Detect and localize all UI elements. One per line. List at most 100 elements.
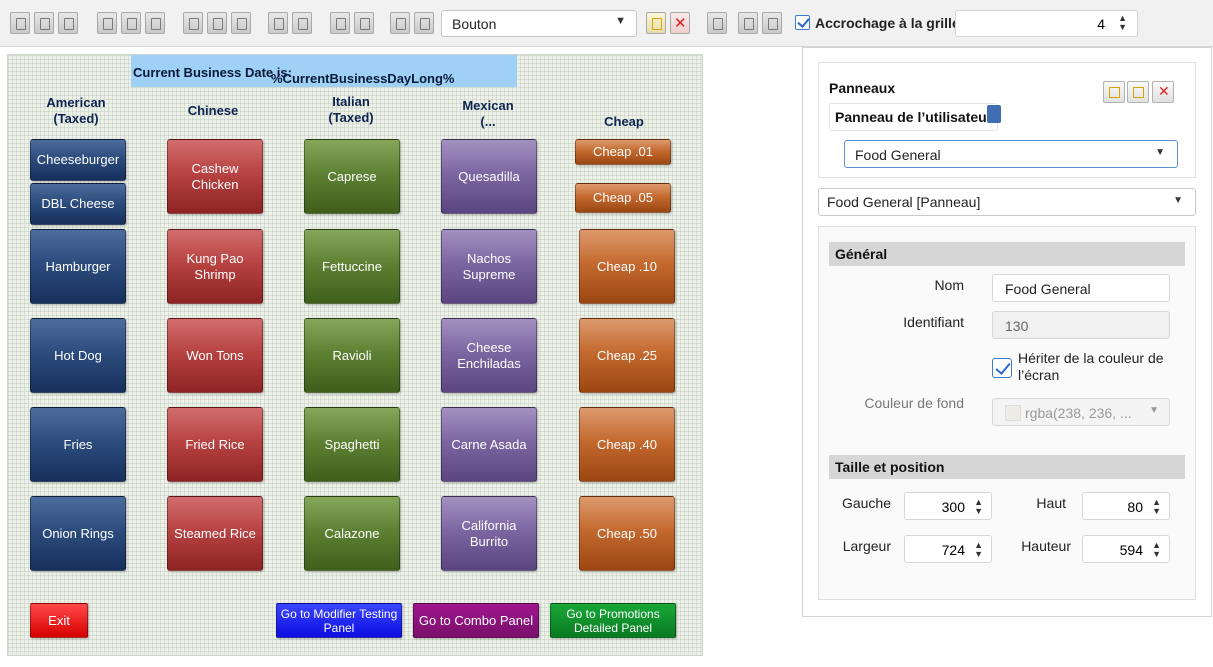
menu-button-california-burrito[interactable]: California Burrito: [441, 496, 537, 571]
menu-button-cheap-05[interactable]: Cheap .05: [575, 183, 671, 213]
panels-box: Panneaux Panneau de l’utilisateur Food G…: [818, 62, 1196, 178]
menu-button-quesadilla[interactable]: Quesadilla: [441, 139, 537, 214]
snap-to-grid-label: Accrochage à la grille: [815, 15, 960, 31]
center-horizontal-icon[interactable]: [330, 12, 350, 34]
column-header-chinese[interactable]: Chinese: [165, 103, 261, 119]
center-vertical-icon[interactable]: [354, 12, 374, 34]
column-header-italian[interactable]: Italian (Taxed): [303, 94, 399, 126]
menu-button-cheap-25[interactable]: Cheap .25: [579, 318, 675, 393]
top-stepper[interactable]: 80 ▲ ▼: [1082, 492, 1170, 520]
broom-icon[interactable]: [762, 12, 782, 34]
element-type-select[interactable]: Bouton ▼: [441, 10, 637, 37]
send-back-icon[interactable]: [414, 12, 434, 34]
spin-arrows-icon[interactable]: ▲ ▼: [1118, 14, 1127, 32]
column-header-label: Italian (Taxed): [328, 94, 374, 125]
menu-button-hamburger[interactable]: Hamburger: [30, 229, 126, 304]
combo-panel-button[interactable]: Go to Combo Panel: [413, 603, 539, 638]
width-value: 724: [941, 542, 965, 558]
modifier-panel-button[interactable]: Go to Modifier Testing Panel: [276, 603, 402, 638]
menu-button-cheap-01[interactable]: Cheap .01: [575, 139, 671, 165]
align-center-icon[interactable]: [34, 12, 54, 34]
properties-section: Général Nom Food General Identifiant 130…: [818, 226, 1196, 600]
menu-button-cheap-10[interactable]: Cheap .10: [579, 229, 675, 304]
name-field[interactable]: Food General: [992, 274, 1170, 302]
id-label: Identifiant: [903, 314, 964, 330]
column-header-american[interactable]: American (Taxed): [28, 95, 124, 127]
menu-button-fettuccine[interactable]: Fettuccine: [304, 229, 400, 304]
menu-button-ravioli[interactable]: Ravioli: [304, 318, 400, 393]
object-select-value: Food General [Panneau]: [827, 194, 981, 210]
designer-toolbar: Bouton ▼ Accrochage à la grille 4 ▲▼: [0, 0, 1213, 47]
bring-front-icon[interactable]: [390, 12, 410, 34]
promotions-panel-button[interactable]: Go to Promotions Detailed Panel: [550, 603, 676, 638]
exit-button[interactable]: Exit: [30, 603, 88, 638]
align-left-icon[interactable]: [10, 12, 30, 34]
menu-button-cheap-40[interactable]: Cheap .40: [579, 407, 675, 482]
menu-button-won-tons[interactable]: Won Tons: [167, 318, 263, 393]
menu-button-kung-pao-shrimp[interactable]: Kung Pao Shrimp: [167, 229, 263, 304]
chevron-down-icon: ▼: [1173, 195, 1183, 206]
business-date-banner[interactable]: Current Business Date is: %CurrentBusine…: [131, 55, 517, 87]
wand-icon[interactable]: [738, 12, 758, 34]
menu-button-nachos-supreme[interactable]: Nachos Supreme: [441, 229, 537, 304]
same-width-icon[interactable]: [183, 12, 203, 34]
left-value: 300: [941, 499, 965, 515]
space-vertical-icon[interactable]: [292, 12, 312, 34]
align-top-icon[interactable]: [97, 12, 117, 34]
menu-button-cheeseburger[interactable]: Cheeseburger: [30, 139, 126, 181]
height-stepper[interactable]: 594 ▲ ▼: [1082, 535, 1170, 563]
add-element-icon[interactable]: [646, 12, 666, 34]
width-stepper[interactable]: 724 ▲ ▼: [904, 535, 992, 563]
object-select[interactable]: Food General [Panneau] ▼: [818, 188, 1196, 216]
bg-color-label: Couleur de fond: [864, 395, 964, 411]
align-middle-icon[interactable]: [121, 12, 141, 34]
spin-arrows-icon[interactable]: ▲ ▼: [974, 498, 983, 516]
height-label: Hauteur: [1021, 538, 1071, 554]
menu-button-cashew-chicken[interactable]: Cashew Chicken: [167, 139, 263, 214]
menu-button-fried-rice[interactable]: Fried Rice: [167, 407, 263, 482]
panel-canvas[interactable]: Current Business Date is: %CurrentBusine…: [7, 54, 703, 656]
grid-size-stepper[interactable]: 4 ▲ ▼: [955, 10, 1138, 37]
panels-title: Panneaux: [829, 80, 896, 96]
column-header-label: Chinese: [187, 103, 239, 118]
column-header-cheap[interactable]: Cheap: [576, 114, 672, 130]
size-position-header: Taille et position: [829, 455, 1185, 479]
menu-button-steamed-rice[interactable]: Steamed Rice: [167, 496, 263, 571]
left-stepper[interactable]: 300 ▲ ▼: [904, 492, 992, 520]
spin-arrows-icon[interactable]: ▲ ▼: [1152, 541, 1161, 559]
inherit-color-checkbox[interactable]: [992, 358, 1012, 378]
delete-panel-icon[interactable]: [1152, 81, 1174, 103]
user-panel-color-swatch[interactable]: [987, 105, 1001, 123]
top-value: 80: [1127, 499, 1143, 515]
chevron-down-icon: ▼: [1155, 147, 1165, 158]
menu-button-dbl-cheese[interactable]: DBL Cheese: [30, 183, 126, 225]
grid-icon[interactable]: [707, 12, 727, 34]
snap-to-grid-checkbox[interactable]: [795, 15, 810, 30]
id-field: 130: [992, 311, 1170, 339]
menu-button-spaghetti[interactable]: Spaghetti: [304, 407, 400, 482]
align-right-icon[interactable]: [58, 12, 78, 34]
align-bottom-icon[interactable]: [145, 12, 165, 34]
menu-button-carne-asada[interactable]: Carne Asada: [441, 407, 537, 482]
copy-panel-icon[interactable]: [1127, 81, 1149, 103]
panel-select[interactable]: Food General ▼: [844, 140, 1178, 168]
space-horizontal-icon[interactable]: [268, 12, 288, 34]
business-date-label: Current Business Date is:: [133, 65, 292, 80]
user-panel-label[interactable]: Panneau de l’utilisateur: [829, 103, 999, 131]
menu-button-cheese-enchiladas[interactable]: Cheese Enchiladas: [441, 318, 537, 393]
same-height-icon[interactable]: [207, 12, 227, 34]
menu-button-cheap-50[interactable]: Cheap .50: [579, 496, 675, 571]
menu-button-hot-dog[interactable]: Hot Dog: [30, 318, 126, 393]
menu-button-calazone[interactable]: Calazone: [304, 496, 400, 571]
spin-arrows-icon[interactable]: ▲ ▼: [1152, 498, 1161, 516]
add-panel-icon[interactable]: [1103, 81, 1125, 103]
column-header-mexican[interactable]: Mexican (...: [440, 98, 536, 130]
business-date-value: %CurrentBusinessDayLong%: [271, 71, 455, 86]
menu-button-fries[interactable]: Fries: [30, 407, 126, 482]
user-panel-text: Panneau de l’utilisateur: [835, 109, 993, 125]
same-size-icon[interactable]: [231, 12, 251, 34]
spin-arrows-icon[interactable]: ▲ ▼: [974, 541, 983, 559]
delete-element-icon[interactable]: [670, 12, 690, 34]
menu-button-caprese[interactable]: Caprese: [304, 139, 400, 214]
menu-button-onion-rings[interactable]: Onion Rings: [30, 496, 126, 571]
